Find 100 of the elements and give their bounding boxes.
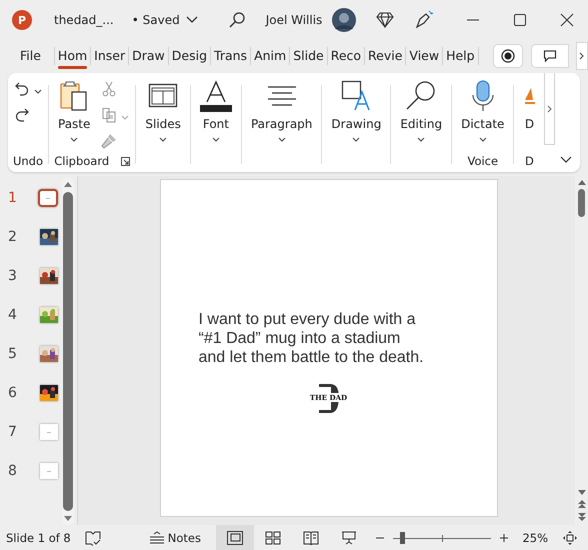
logo-bottom-shape: [317, 402, 340, 413]
grid-icon: [264, 530, 281, 544]
slide-number: 1: [7, 190, 18, 206]
ribbon-tab[interactable]: Hom: [56, 40, 88, 71]
zoom-level[interactable]: 25%: [522, 530, 548, 544]
save-status-button[interactable]: • Saved: [132, 13, 198, 27]
ribbon-tab[interactable]: File: [19, 40, 42, 71]
ribbon-tab[interactable]: Revie: [367, 40, 404, 71]
scroll-right-button[interactable]: [576, 42, 588, 70]
slides-button[interactable]: Slides: [140, 77, 186, 147]
previous-slide-icon[interactable]: [576, 499, 586, 509]
ribbon-tab[interactable]: Trans: [213, 40, 248, 71]
record-button[interactable]: [492, 44, 523, 68]
scroll-down-icon[interactable]: [576, 489, 586, 496]
ribbon-tab[interactable]: Draw: [131, 40, 166, 71]
diamond-icon[interactable]: [376, 12, 394, 28]
normal-view-icon: [226, 530, 243, 544]
chevron-right-icon: [579, 52, 585, 60]
slide-number: 2: [7, 229, 18, 245]
notes-icon: [148, 530, 165, 544]
record-icon: [500, 48, 515, 62]
group-label: Clipboard: [54, 154, 110, 168]
slide-thumbnail[interactable]: [40, 268, 58, 284]
comment-icon: [542, 48, 557, 62]
search-icon[interactable]: [228, 11, 246, 29]
logo-top-shape: [317, 384, 340, 393]
file-name[interactable]: thedad_...: [54, 13, 114, 27]
notes-button[interactable]: Notes: [148, 530, 201, 544]
scrollbar-thumb[interactable]: [578, 189, 585, 217]
close-icon[interactable]: [560, 13, 574, 27]
ribbon-tab[interactable]: Reco: [330, 40, 362, 71]
font-icon: [200, 79, 232, 113]
font-button[interactable]: Font: [194, 77, 237, 147]
slide-text: I want to put every dude with a “#1 Dad” mug into a stadium and let them battle to the death.: [198, 310, 425, 367]
presentation-icon: [340, 530, 357, 544]
dialog-launcher-icon[interactable]: [121, 156, 130, 166]
ribbon-tab[interactable]: Desig: [170, 40, 208, 71]
shapes-icon: [341, 79, 372, 113]
slide-thumbnail[interactable]: [40, 229, 58, 245]
slide-thumbnail[interactable]: [40, 424, 58, 440]
comments-button[interactable]: [530, 44, 569, 68]
zoom-in-icon[interactable]: [498, 532, 508, 542]
scrollbar-thumb[interactable]: [63, 192, 73, 511]
group-label: Voice: [467, 154, 498, 168]
scroll-up-icon[interactable]: [63, 181, 73, 188]
slide-number: 8: [7, 463, 18, 479]
ribbon-tab[interactable]: Help: [445, 40, 476, 71]
pen-icon[interactable]: [414, 10, 434, 30]
paste-button[interactable]: Paste: [53, 77, 96, 147]
caret-icon: [417, 137, 426, 142]
slide-thumbnail[interactable]: [40, 385, 58, 401]
group-label: D: [525, 154, 534, 168]
editing-button[interactable]: Editing: [395, 77, 448, 147]
brush-icon: [101, 133, 118, 149]
slide-thumbnail[interactable]: [40, 307, 58, 323]
scroll-up-icon[interactable]: [576, 179, 586, 186]
caret-icon: [212, 137, 220, 142]
ribbon-tab[interactable]: Inser: [93, 40, 126, 71]
caret-icon: [478, 137, 487, 142]
book-icon: [302, 530, 319, 544]
drawing-button[interactable]: Drawing: [326, 77, 386, 147]
slider-thumb[interactable]: [400, 532, 406, 544]
slide-number: 6: [7, 385, 18, 401]
user-name[interactable]: Joel Willis: [266, 13, 322, 27]
ribbon-tab[interactable]: Anim: [253, 40, 288, 71]
caret-icon: [186, 16, 198, 24]
ribbon-tab[interactable]: Slide: [292, 40, 325, 71]
collapse-ribbon-icon[interactable]: [560, 156, 572, 164]
zoom-slider[interactable]: [392, 530, 490, 544]
normal-view-button[interactable]: [216, 525, 254, 550]
caret-icon: [159, 137, 168, 142]
paragraph-button[interactable]: Paragraph: [246, 77, 318, 147]
designer-icon: [523, 87, 536, 105]
fit-to-window-icon[interactable]: [562, 530, 578, 546]
slide-thumbnail[interactable]: [38, 189, 58, 207]
slide-counter: Slide 1 of 8: [6, 530, 71, 544]
next-slide-icon[interactable]: [576, 512, 586, 522]
scroll-down-icon[interactable]: [63, 515, 73, 522]
app-logo: P: [12, 10, 32, 30]
maximize-icon[interactable]: [513, 13, 527, 27]
microphone-icon: [470, 79, 495, 113]
caret-icon: [278, 137, 286, 142]
chevron-right-icon: [547, 104, 552, 112]
dictate-button[interactable]: Dictate: [456, 77, 510, 147]
designer-button[interactable]: D: [518, 77, 540, 147]
slide-number: 7: [7, 424, 18, 440]
slide-number: 4: [7, 307, 18, 323]
slide-thumbnail[interactable]: [40, 463, 58, 479]
undo-icon: [14, 81, 30, 97]
accessibility-icon[interactable]: [84, 530, 101, 546]
caret-icon: [352, 137, 360, 142]
slide-number: 5: [7, 346, 18, 362]
caret-icon: [121, 114, 130, 120]
clipboard-icon: [59, 79, 90, 113]
slide-thumbnail[interactable]: [40, 346, 58, 362]
scissors-icon: [101, 81, 118, 97]
ribbon-tab[interactable]: View: [408, 40, 440, 71]
group-label: Undo: [12, 154, 44, 168]
caret-icon: [34, 88, 42, 94]
avatar[interactable]: [332, 8, 356, 32]
